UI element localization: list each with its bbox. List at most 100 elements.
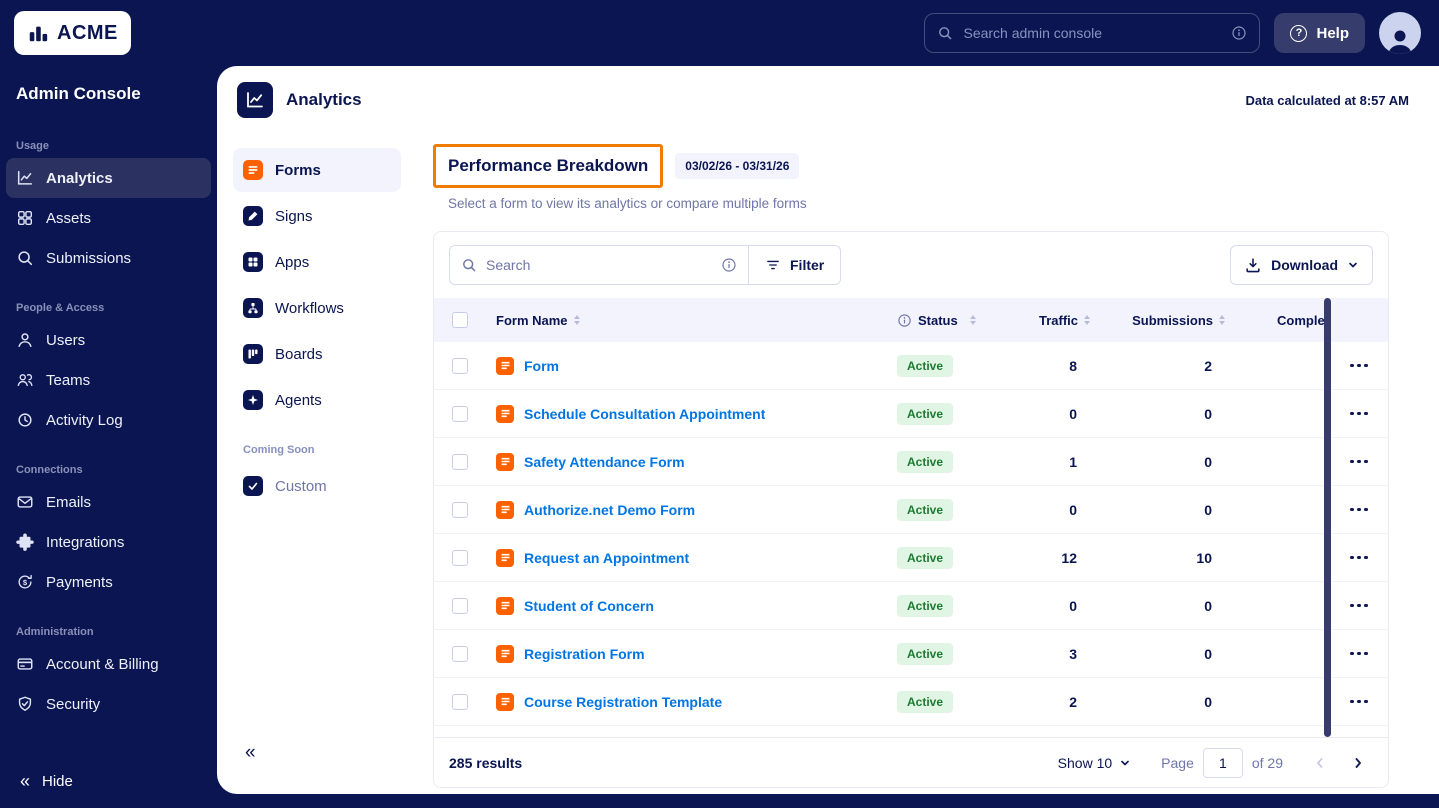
users-icon (16, 331, 34, 349)
info-icon[interactable] (1231, 25, 1247, 41)
column-header-form-name[interactable]: Form Name (486, 313, 885, 328)
sidebar-item-integrations[interactable]: Integrations (6, 522, 211, 562)
actions-cell (1330, 639, 1388, 669)
forms-table-panel: Filter Download Form Name (433, 231, 1389, 788)
form-name-link[interactable]: Registration Form (524, 646, 645, 662)
subnav-item-custom[interactable]: Custom (233, 464, 401, 508)
row-actions-button[interactable] (1342, 447, 1376, 477)
form-name-link[interactable]: Course Registration Template (524, 694, 722, 710)
form-icon (496, 356, 514, 375)
sidebar-item-account-billing[interactable]: Account & Billing (6, 644, 211, 684)
row-actions-button[interactable] (1342, 687, 1376, 717)
sidebar-item-teams[interactable]: Teams (6, 360, 211, 400)
row-checkbox[interactable] (452, 453, 468, 470)
admin-search-input[interactable] (963, 25, 1222, 41)
sidebar-title: Admin Console (16, 84, 141, 103)
help-button[interactable]: ? Help (1274, 13, 1365, 53)
row-actions-button[interactable] (1342, 639, 1376, 669)
form-name-link[interactable]: Request an Appointment (524, 550, 689, 566)
acme-logo-text: ACME (57, 21, 118, 44)
sidebar-item-emails[interactable]: Emails (6, 482, 211, 522)
actions-cell (1330, 591, 1388, 621)
subnav-item-apps[interactable]: Apps (233, 240, 401, 284)
column-header-submissions[interactable]: Submissions (1090, 313, 1225, 328)
sidebar-item-analytics[interactable]: Analytics (6, 158, 211, 198)
select-all-checkbox[interactable] (452, 312, 468, 328)
submissions-value: 2 (1204, 357, 1212, 374)
table-search-input[interactable] (486, 257, 712, 273)
sidebar-item-users[interactable]: Users (6, 320, 211, 360)
form-name-link[interactable]: Form (524, 358, 559, 374)
table-search[interactable] (449, 245, 749, 285)
sidebar-item-assets[interactable]: Assets (6, 198, 211, 238)
hide-label: Hide (42, 772, 73, 790)
info-icon[interactable] (721, 257, 737, 273)
column-header-completion: Complet (1225, 313, 1330, 328)
form-name-cell: Schedule Consultation Appointment (486, 404, 885, 423)
row-checkbox[interactable] (452, 357, 468, 374)
form-name-link[interactable]: Authorize.net Demo Form (524, 502, 695, 518)
row-checkbox[interactable] (452, 405, 468, 422)
row-checkbox[interactable] (452, 549, 468, 566)
row-checkbox[interactable] (452, 645, 468, 662)
sidebar-item-payments[interactable]: $ Payments (6, 562, 211, 602)
boards-icon (243, 344, 263, 364)
admin-search[interactable] (924, 13, 1261, 53)
form-name-link[interactable]: Student of Concern (524, 598, 654, 614)
row-actions-button[interactable] (1342, 351, 1376, 381)
form-icon (496, 644, 514, 663)
date-range-chip[interactable]: 03/02/26 - 03/31/26 (675, 153, 800, 179)
page-input[interactable] (1202, 747, 1243, 778)
sidebar-item-label: Assets (46, 209, 92, 227)
row-actions-button[interactable] (1342, 543, 1376, 573)
avatar-icon (1388, 30, 1412, 54)
sidebar-item-security[interactable]: Security (6, 684, 211, 724)
form-name-cell: Student of Concern (486, 596, 885, 615)
subnav-item-workflows[interactable]: Workflows (233, 286, 401, 330)
form-name-link[interactable]: Safety Attendance Form (524, 454, 685, 470)
sidebar-item-label: Activity Log (46, 411, 123, 429)
status-cell: Active (885, 354, 1005, 377)
subnav-item-agents[interactable]: Agents (233, 378, 401, 422)
next-page-button[interactable] (1343, 748, 1373, 778)
row-checkbox[interactable] (452, 597, 468, 614)
row-check-cell (434, 597, 486, 614)
form-icon (496, 596, 514, 615)
form-name-link[interactable]: Schedule Consultation Appointment (524, 406, 765, 422)
filter-button[interactable]: Filter (748, 245, 842, 285)
sidebar-item-submissions[interactable]: Submissions (6, 238, 211, 278)
traffic-value: 3 (1069, 645, 1077, 662)
row-actions-button[interactable] (1342, 591, 1376, 621)
hide-sidebar-button[interactable]: « Hide (0, 754, 217, 808)
form-icon (496, 500, 514, 519)
info-icon[interactable] (897, 313, 912, 328)
row-checkbox[interactable] (452, 501, 468, 518)
table-body: Form Active 8 2 Schedule Consultation Ap… (434, 342, 1388, 737)
sidebar-item-activity-log[interactable]: Activity Log (6, 400, 211, 440)
row-actions-button[interactable] (1342, 399, 1376, 429)
acme-logo[interactable]: ACME (14, 11, 131, 55)
subnav-item-forms[interactable]: Forms (233, 148, 401, 192)
prev-page-button[interactable] (1305, 748, 1335, 778)
table-row: Safety Attendance Form Active 1 0 (434, 438, 1388, 486)
row-actions-button[interactable] (1342, 495, 1376, 525)
show-per-page-select[interactable]: Show 10 (1058, 755, 1131, 771)
table-row: Authorize.net Demo Form Active 0 0 (434, 486, 1388, 534)
table-vertical-scrollbar[interactable] (1324, 298, 1331, 737)
status-badge: Active (897, 354, 954, 377)
table-row: Registration Form Active 3 0 (434, 630, 1388, 678)
collapse-subnav-button[interactable]: « (233, 742, 273, 764)
subnav-item-signs[interactable]: Signs (233, 194, 401, 238)
column-header-status[interactable]: Status (885, 313, 1005, 328)
traffic-value: 0 (1069, 405, 1077, 422)
avatar[interactable] (1379, 12, 1421, 54)
chevron-right-icon (1355, 757, 1361, 768)
row-checkbox[interactable] (452, 693, 468, 710)
subnav-item-boards[interactable]: Boards (233, 332, 401, 376)
download-button[interactable]: Download (1230, 245, 1373, 285)
status-cell: Active (885, 450, 1005, 473)
column-header-traffic[interactable]: Traffic (1005, 313, 1090, 328)
sidebar-item-label: Emails (46, 493, 92, 511)
status-badge: Active (897, 402, 954, 425)
security-icon (16, 695, 34, 713)
